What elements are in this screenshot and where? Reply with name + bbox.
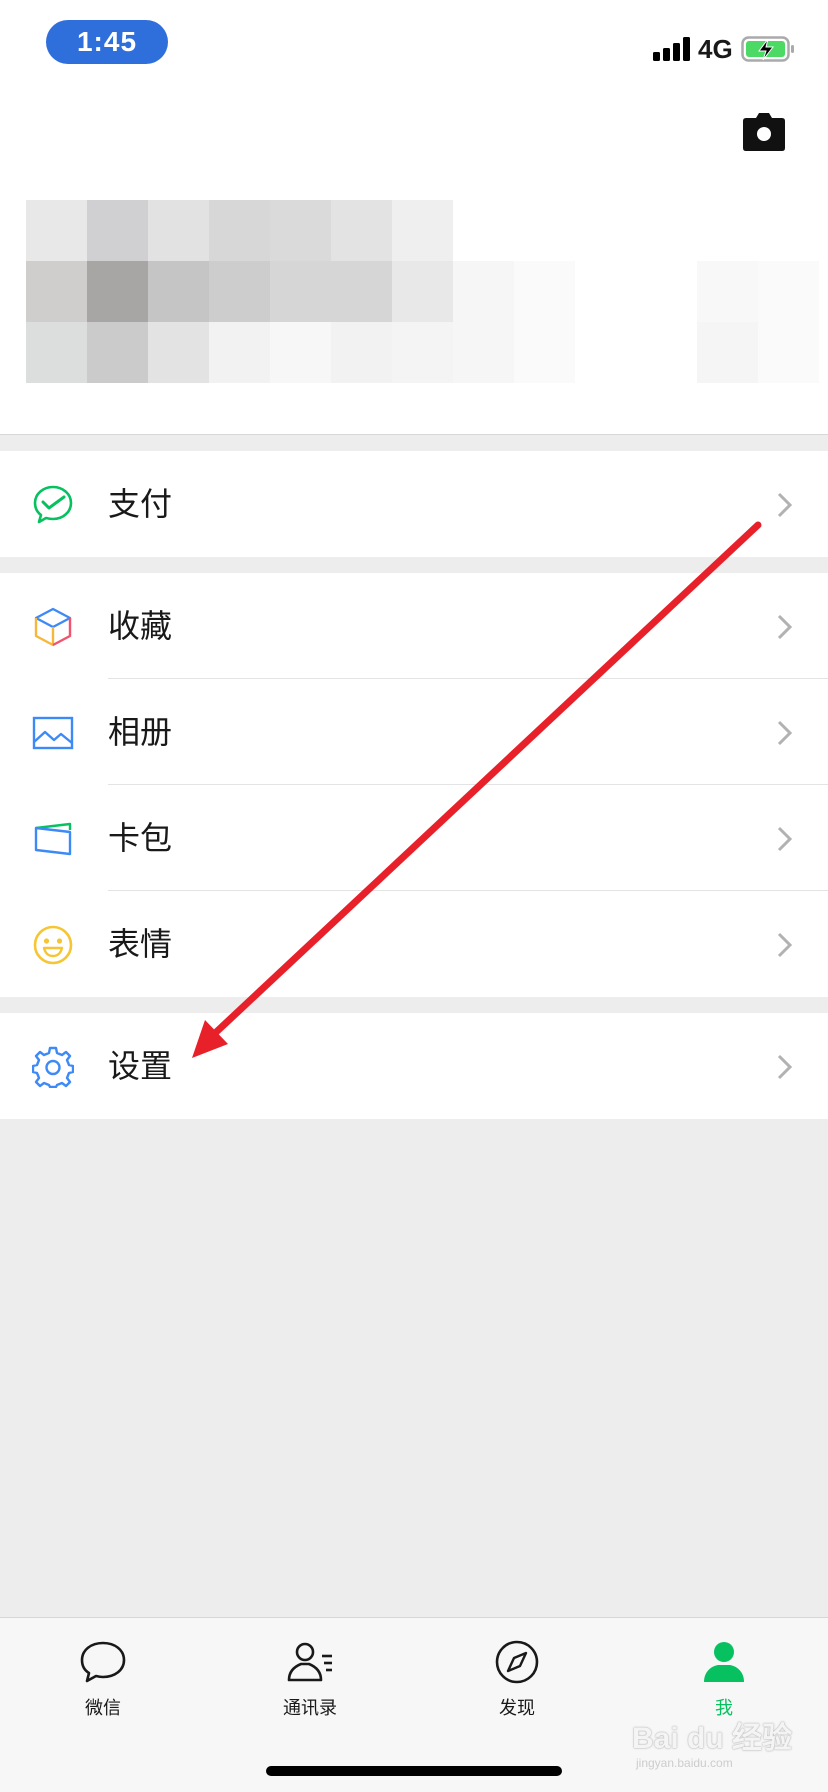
- menu-item-stickers[interactable]: 表情: [0, 891, 828, 997]
- favorites-cube-icon: [34, 607, 72, 647]
- watermark-url: jingyan.baidu.com: [636, 1756, 733, 1770]
- tab-label-chats: 微信: [85, 1698, 121, 1719]
- tab-label-contacts: 通讯录: [283, 1698, 337, 1719]
- chevron-right-icon: [777, 826, 793, 852]
- watermark: Bai du 经验: [632, 1722, 793, 1755]
- menu-item-cards[interactable]: 卡包: [0, 785, 828, 891]
- chat-bubble-icon: [80, 1641, 126, 1683]
- profile-header[interactable]: [0, 90, 828, 435]
- menu-group-pay: 支付: [0, 451, 828, 557]
- chevron-right-icon: [777, 492, 793, 518]
- menu-label-cards: 卡包: [108, 819, 173, 857]
- signal-icon: [653, 37, 691, 61]
- tab-discover[interactable]: 发现: [427, 1618, 607, 1728]
- menu-item-album[interactable]: 相册: [0, 679, 828, 785]
- person-icon: [704, 1642, 744, 1682]
- blurred-profile-info: [26, 200, 819, 383]
- menu-label-album: 相册: [108, 713, 173, 751]
- home-indicator[interactable]: [266, 1766, 562, 1776]
- chevron-right-icon: [777, 1054, 793, 1080]
- menu-label-pay: 支付: [108, 485, 173, 523]
- tab-contacts[interactable]: 通讯录: [220, 1618, 400, 1728]
- menu-group-settings: 设置: [0, 1013, 828, 1119]
- wechat-pay-icon: [33, 485, 73, 524]
- menu-label-favorites: 收藏: [108, 607, 173, 645]
- status-time: 1:45: [46, 20, 168, 64]
- compass-icon: [495, 1640, 539, 1684]
- menu-item-pay[interactable]: 支付: [0, 451, 828, 557]
- tab-label-discover: 发现: [499, 1698, 535, 1719]
- tab-chats[interactable]: 微信: [13, 1618, 193, 1728]
- card-wallet-icon: [34, 822, 72, 856]
- chevron-right-icon: [777, 932, 793, 958]
- contacts-icon: [287, 1642, 332, 1682]
- menu-item-settings[interactable]: 设置: [0, 1013, 828, 1119]
- menu-label-stickers: 表情: [108, 925, 173, 963]
- album-picture-icon: [32, 716, 74, 750]
- gear-icon: [32, 1046, 74, 1088]
- chevron-right-icon: [777, 614, 793, 640]
- menu-item-favorites[interactable]: 收藏: [0, 573, 828, 679]
- smiley-icon: [33, 925, 73, 965]
- network-type: 4G: [698, 34, 733, 64]
- status-bar: 1:45 4G: [0, 0, 828, 90]
- menu-label-settings: 设置: [108, 1047, 173, 1085]
- menu-group-main: 收藏 相册 卡包 表情: [0, 573, 828, 997]
- camera-icon[interactable]: [742, 112, 786, 152]
- battery-charging-icon: [741, 36, 794, 62]
- chevron-right-icon: [777, 720, 793, 746]
- tab-me[interactable]: 我: [634, 1618, 814, 1728]
